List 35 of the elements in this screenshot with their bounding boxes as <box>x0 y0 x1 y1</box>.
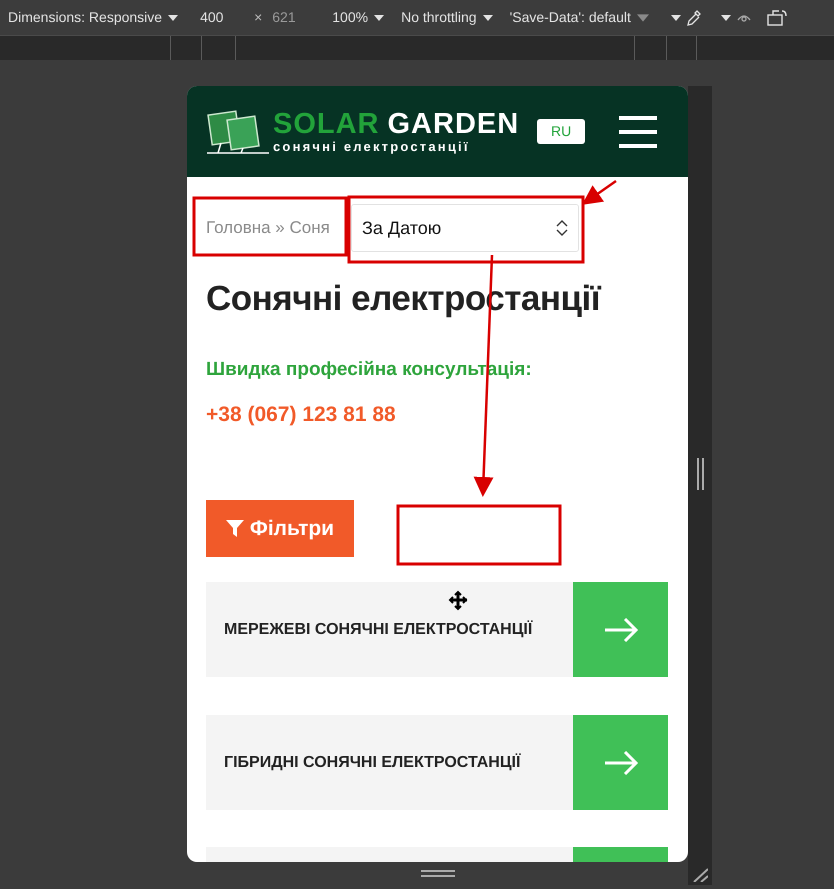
eyedropper-icon[interactable] <box>686 10 701 26</box>
category-card[interactable]: МЕРЕЖЕВІ СОНЯЧНІ ЕЛЕКТРОСТАНЦІЇ <box>206 582 668 677</box>
resize-corner-icon[interactable] <box>692 868 708 882</box>
caret-icon <box>374 14 384 20</box>
caret-icon <box>482 14 493 20</box>
resize-handle-icon[interactable] <box>696 458 704 490</box>
caret-icon[interactable] <box>670 14 681 20</box>
logo-text: SOLAR <box>273 109 380 139</box>
width-field[interactable]: 400 <box>200 7 240 28</box>
arrow-right-icon <box>604 618 638 642</box>
solar-panel-icon <box>207 108 269 154</box>
menu-icon[interactable] <box>619 116 658 148</box>
caret-icon <box>636 14 649 22</box>
arrow-right-icon <box>604 750 638 774</box>
category-card[interactable]: ГІБРИДНІ СОНЯЧНІ ЕЛЕКТРОСТАНЦІЇ <box>206 715 668 810</box>
logo-text: GARDEN <box>388 109 520 139</box>
rotate-icon[interactable] <box>766 8 787 26</box>
save-data-dropdown[interactable]: 'Save-Data': default <box>510 7 631 28</box>
times-sign: × <box>254 8 262 27</box>
caret-icon[interactable] <box>720 14 731 20</box>
zoom-dropdown[interactable]: 100% <box>332 7 368 28</box>
logo-tagline: сонячні електростанції <box>273 139 471 154</box>
up-down-icon <box>556 220 568 236</box>
category-title: МЕРЕЖЕВІ СОНЯЧНІ ЕЛЕКТРОСТАНЦІЇ <box>224 619 532 640</box>
move-cursor-icon <box>448 590 468 610</box>
sort-select[interactable]: За Датою <box>351 204 579 252</box>
category-title: ГІБРИДНІ СОНЯЧНІ ЕЛЕКТРОСТАНЦІЇ <box>224 752 520 772</box>
resize-handle-icon[interactable] <box>420 870 454 877</box>
annotation-arrow <box>582 180 617 205</box>
height-field[interactable]: 621 <box>272 7 312 28</box>
eye-icon[interactable] <box>736 12 751 22</box>
caret-icon <box>168 14 178 20</box>
funnel-icon <box>226 520 244 537</box>
throttling-dropdown[interactable]: No throttling <box>401 7 477 28</box>
dimensions-dropdown[interactable]: Dimensions: Responsive <box>8 7 162 28</box>
